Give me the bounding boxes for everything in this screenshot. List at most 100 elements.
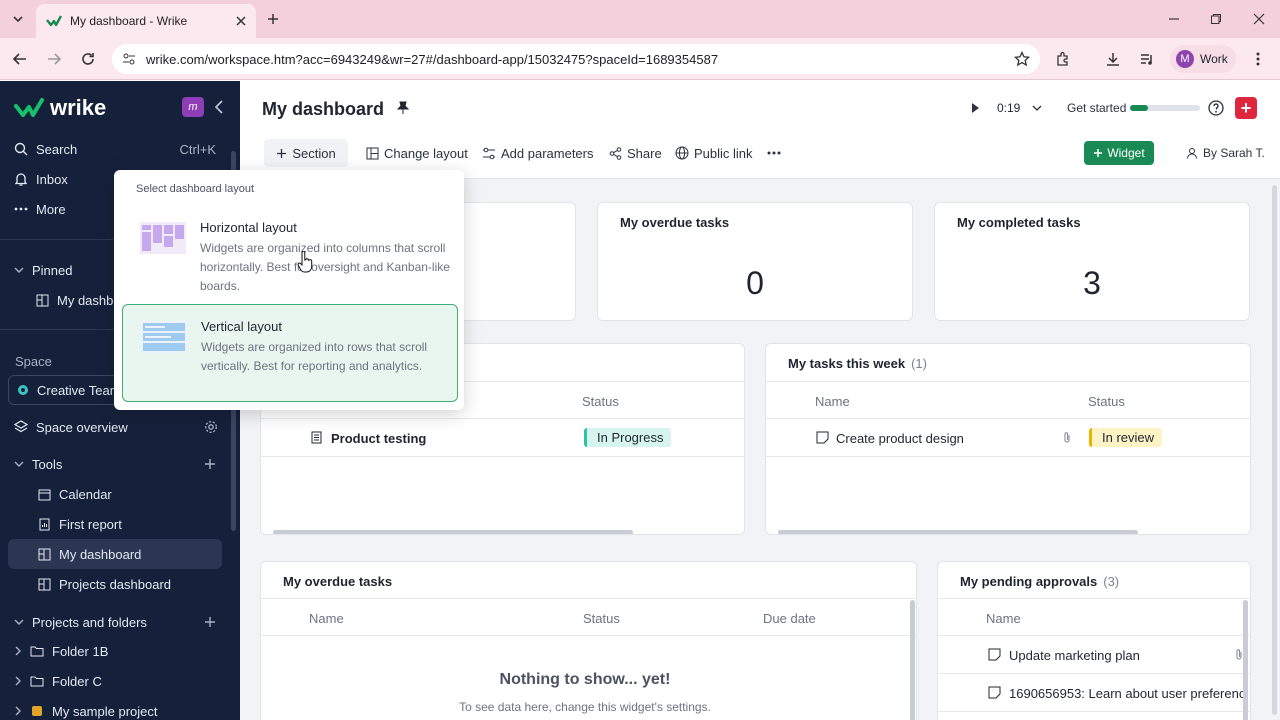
plus-icon	[277, 148, 287, 158]
vertical-scrollbar[interactable]	[1243, 600, 1248, 720]
add-section-button[interactable]: Section	[264, 139, 348, 167]
timer-value: 0:19	[997, 101, 1021, 115]
horizontal-scrollbar[interactable]	[778, 530, 1138, 534]
owner-filter[interactable]: By Sarah T.	[1186, 141, 1265, 165]
status-badge[interactable]: In Progress	[584, 428, 672, 447]
task-checkbox-icon[interactable]	[816, 431, 829, 444]
help-icon[interactable]	[1208, 100, 1224, 116]
profile-button[interactable]: M Work	[1170, 45, 1236, 73]
pin-icon[interactable]	[397, 101, 409, 115]
add-parameters-button[interactable]: Add parameters	[482, 141, 594, 165]
chevron-right-icon[interactable]	[14, 706, 22, 716]
tab-list-icon[interactable]	[4, 5, 32, 33]
widget-overdue-count[interactable]: My overdue tasks 0	[597, 202, 913, 321]
task-name[interactable]: Product testing	[331, 431, 426, 446]
add-widget-button[interactable]: Widget	[1084, 141, 1154, 165]
wrike-logo[interactable]: wrike	[14, 95, 106, 121]
attachment-icon[interactable]	[1062, 431, 1072, 444]
add-tool-icon[interactable]	[204, 458, 216, 470]
more-options-icon[interactable]	[767, 141, 781, 165]
get-started-link[interactable]: Get started	[1067, 101, 1126, 115]
change-layout-button[interactable]: Change layout	[366, 141, 468, 165]
task-icon	[311, 431, 322, 444]
public-link-button[interactable]: Public link	[675, 141, 753, 165]
sidebar-item-first-report[interactable]: First report	[8, 509, 222, 539]
approval-task-name[interactable]: 1690656953: Learn about user preferenc	[1009, 686, 1244, 701]
tab-title: My dashboard - Wrike	[70, 14, 188, 28]
browser-toolbar: wrike.com/workspace.htm?acc=6943249&wr=2…	[0, 38, 1280, 80]
wrike-favicon-icon	[46, 15, 62, 27]
table-row[interactable]: Create product design In review	[766, 419, 1250, 457]
main-scrollbar[interactable]	[1272, 185, 1277, 715]
task-name[interactable]: Create product design	[836, 431, 964, 446]
dashboard-icon	[38, 578, 51, 590]
collapse-sidebar-icon[interactable]	[214, 100, 224, 114]
restore-icon[interactable]	[1202, 5, 1230, 33]
new-tab-icon[interactable]	[259, 5, 287, 33]
wrike-check-icon	[14, 98, 44, 117]
layout-selector-popup: Select dashboard layout Horizontal layou…	[114, 170, 464, 410]
sidebar-item-space-overview[interactable]: Space overview	[8, 412, 222, 442]
name-column-header: Name	[309, 611, 344, 626]
widget-tasks-this-week[interactable]: My tasks this week (1) Name Status Create…	[765, 343, 1251, 535]
browser-tab-strip: My dashboard - Wrike	[0, 0, 1280, 38]
back-icon[interactable]	[6, 45, 34, 73]
widget-completed-count[interactable]: My completed tasks 3	[934, 202, 1250, 321]
sidebar-item-folder-c[interactable]: Folder C	[8, 666, 222, 696]
sidebar-inbox-label: Inbox	[36, 171, 68, 187]
sidebar-item-my-sample-project[interactable]: My sample project	[8, 696, 222, 720]
browser-tab[interactable]: My dashboard - Wrike	[36, 4, 256, 38]
projects-section-toggle[interactable]: Projects and folders	[8, 607, 222, 637]
sidebar-item-folder-1b[interactable]: Folder 1B	[8, 636, 222, 666]
add-folder-icon[interactable]	[204, 616, 216, 628]
report-icon	[39, 518, 50, 530]
extensions-icon[interactable]	[1049, 45, 1077, 73]
tools-section-toggle[interactable]: Tools	[8, 449, 222, 479]
task-checkbox-icon[interactable]	[988, 648, 1001, 661]
horizontal-scrollbar[interactable]	[273, 530, 633, 534]
widget-pending-approvals[interactable]: My pending approvals (3) Name Update mark…	[937, 561, 1251, 720]
tab-close-icon[interactable]	[236, 16, 246, 26]
chevron-down-icon[interactable]	[1032, 103, 1042, 113]
download-icon[interactable]	[1099, 45, 1127, 73]
gear-icon[interactable]	[204, 420, 218, 434]
layout-icon	[366, 147, 379, 159]
chevron-down-icon	[14, 267, 24, 273]
get-started-progress	[1130, 105, 1200, 111]
bookmark-star-icon[interactable]	[1014, 51, 1030, 67]
chevron-right-icon[interactable]	[14, 676, 22, 686]
table-header: Name	[938, 598, 1250, 636]
play-icon[interactable]	[970, 102, 980, 114]
vertical-layout-option[interactable]: Vertical layout Widgets are organized in…	[122, 304, 458, 402]
sidebar-item-calendar[interactable]: Calendar	[8, 479, 222, 509]
site-info-icon[interactable]	[122, 52, 136, 66]
sidebar-search[interactable]: Search Ctrl+K	[8, 134, 222, 164]
reload-icon[interactable]	[74, 45, 102, 73]
address-bar[interactable]: wrike.com/workspace.htm?acc=6943249&wr=2…	[112, 44, 1040, 74]
project-icon	[32, 706, 42, 716]
bell-icon	[14, 173, 28, 186]
widget-count: (1)	[911, 356, 927, 371]
sidebar-item-my-dashboard[interactable]: My dashboard	[8, 539, 222, 569]
chevron-down-icon	[14, 619, 24, 625]
overdue-count-value: 0	[746, 265, 764, 301]
minimize-icon[interactable]	[1160, 5, 1188, 33]
widget-overdue-list[interactable]: My overdue tasks Name Status Due date No…	[260, 561, 917, 720]
horizontal-layout-option[interactable]: Horizontal layout Widgets are organized …	[122, 206, 458, 304]
approval-task-name[interactable]: Update marketing plan	[1009, 648, 1140, 663]
vertical-scrollbar[interactable]	[910, 600, 915, 720]
window-close-icon[interactable]	[1245, 5, 1273, 33]
forward-icon[interactable]	[40, 45, 68, 73]
sidebar-item-projects-dashboard[interactable]: Projects dashboard	[8, 569, 222, 599]
table-row[interactable]: 1690656953: Learn about user preferenc	[938, 674, 1250, 712]
create-new-button[interactable]: +	[1235, 97, 1257, 119]
media-control-icon[interactable]	[1133, 45, 1161, 73]
share-button[interactable]: Share	[609, 141, 662, 165]
status-badge[interactable]: In review	[1089, 428, 1163, 447]
workspace-switcher-icon[interactable]: m	[182, 97, 204, 117]
chevron-right-icon[interactable]	[14, 646, 22, 656]
browser-menu-icon[interactable]	[1244, 45, 1272, 73]
table-row[interactable]: Product testing In Progress	[261, 419, 744, 457]
task-checkbox-icon[interactable]	[988, 686, 1001, 699]
table-row[interactable]: Update marketing plan	[938, 636, 1250, 674]
